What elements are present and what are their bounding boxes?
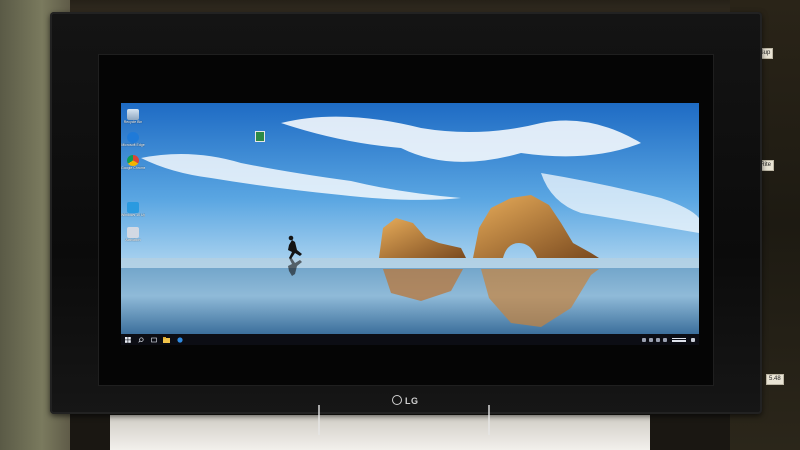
edge-icon bbox=[127, 132, 139, 143]
start-button[interactable] bbox=[121, 334, 134, 345]
system-tray bbox=[642, 334, 695, 345]
search-button[interactable] bbox=[134, 334, 147, 345]
desktop-shortcut-icon[interactable] bbox=[255, 131, 265, 142]
edge-icon bbox=[176, 336, 183, 343]
desktop-icon-activation[interactable]: Activation bbox=[121, 227, 145, 242]
shelf-label: 5.48 bbox=[766, 374, 784, 385]
activation-icon bbox=[127, 227, 139, 238]
search-icon bbox=[137, 336, 144, 343]
desktop-icon-recycle-bin[interactable]: Recycle Bin bbox=[121, 109, 145, 124]
task-view-button[interactable] bbox=[147, 334, 160, 345]
desktop-icon-label: Recycle Bin bbox=[123, 120, 143, 124]
desktop-icon-label: Microsoft Edge bbox=[121, 143, 145, 147]
task-view-icon bbox=[150, 337, 157, 342]
table-surface bbox=[110, 415, 650, 450]
desktop-icon-update-assistant[interactable]: Windows 10 Update Assistant bbox=[121, 202, 145, 217]
edge-taskbar-button[interactable] bbox=[173, 334, 186, 345]
desktop-wallpaper bbox=[121, 103, 699, 334]
windows-icon bbox=[127, 202, 139, 213]
taskbar bbox=[121, 334, 699, 345]
show-hidden-icons-icon[interactable] bbox=[642, 337, 646, 342]
network-icon[interactable] bbox=[649, 337, 653, 342]
file-explorer-icon bbox=[163, 336, 170, 343]
brand-badge: LG bbox=[392, 395, 419, 406]
desktop-icon-edge[interactable]: Microsoft Edge bbox=[121, 132, 145, 147]
stand-clip bbox=[488, 405, 490, 435]
language-icon[interactable] bbox=[663, 337, 667, 342]
lg-logo-icon bbox=[392, 395, 402, 405]
action-center-icon[interactable] bbox=[691, 337, 695, 342]
brand-label: LG bbox=[405, 396, 419, 406]
desktop-screen: Recycle Bin Microsoft Edge Google Chrome… bbox=[121, 103, 699, 345]
desktop-icon-label: Google Chrome bbox=[121, 166, 145, 170]
file-explorer-button[interactable] bbox=[160, 334, 173, 345]
desktop-icon-label: Windows 10 Update Assistant bbox=[121, 213, 145, 217]
recycle-bin-icon bbox=[127, 109, 139, 120]
desktop-icon-chrome[interactable]: Google Chrome bbox=[121, 155, 145, 170]
stand-clip bbox=[318, 405, 320, 435]
windows-start-icon bbox=[124, 336, 131, 343]
volume-icon[interactable] bbox=[656, 337, 660, 342]
chrome-icon bbox=[127, 155, 139, 166]
desktop-icon-label: Activation bbox=[125, 238, 141, 242]
clock[interactable] bbox=[672, 337, 686, 343]
